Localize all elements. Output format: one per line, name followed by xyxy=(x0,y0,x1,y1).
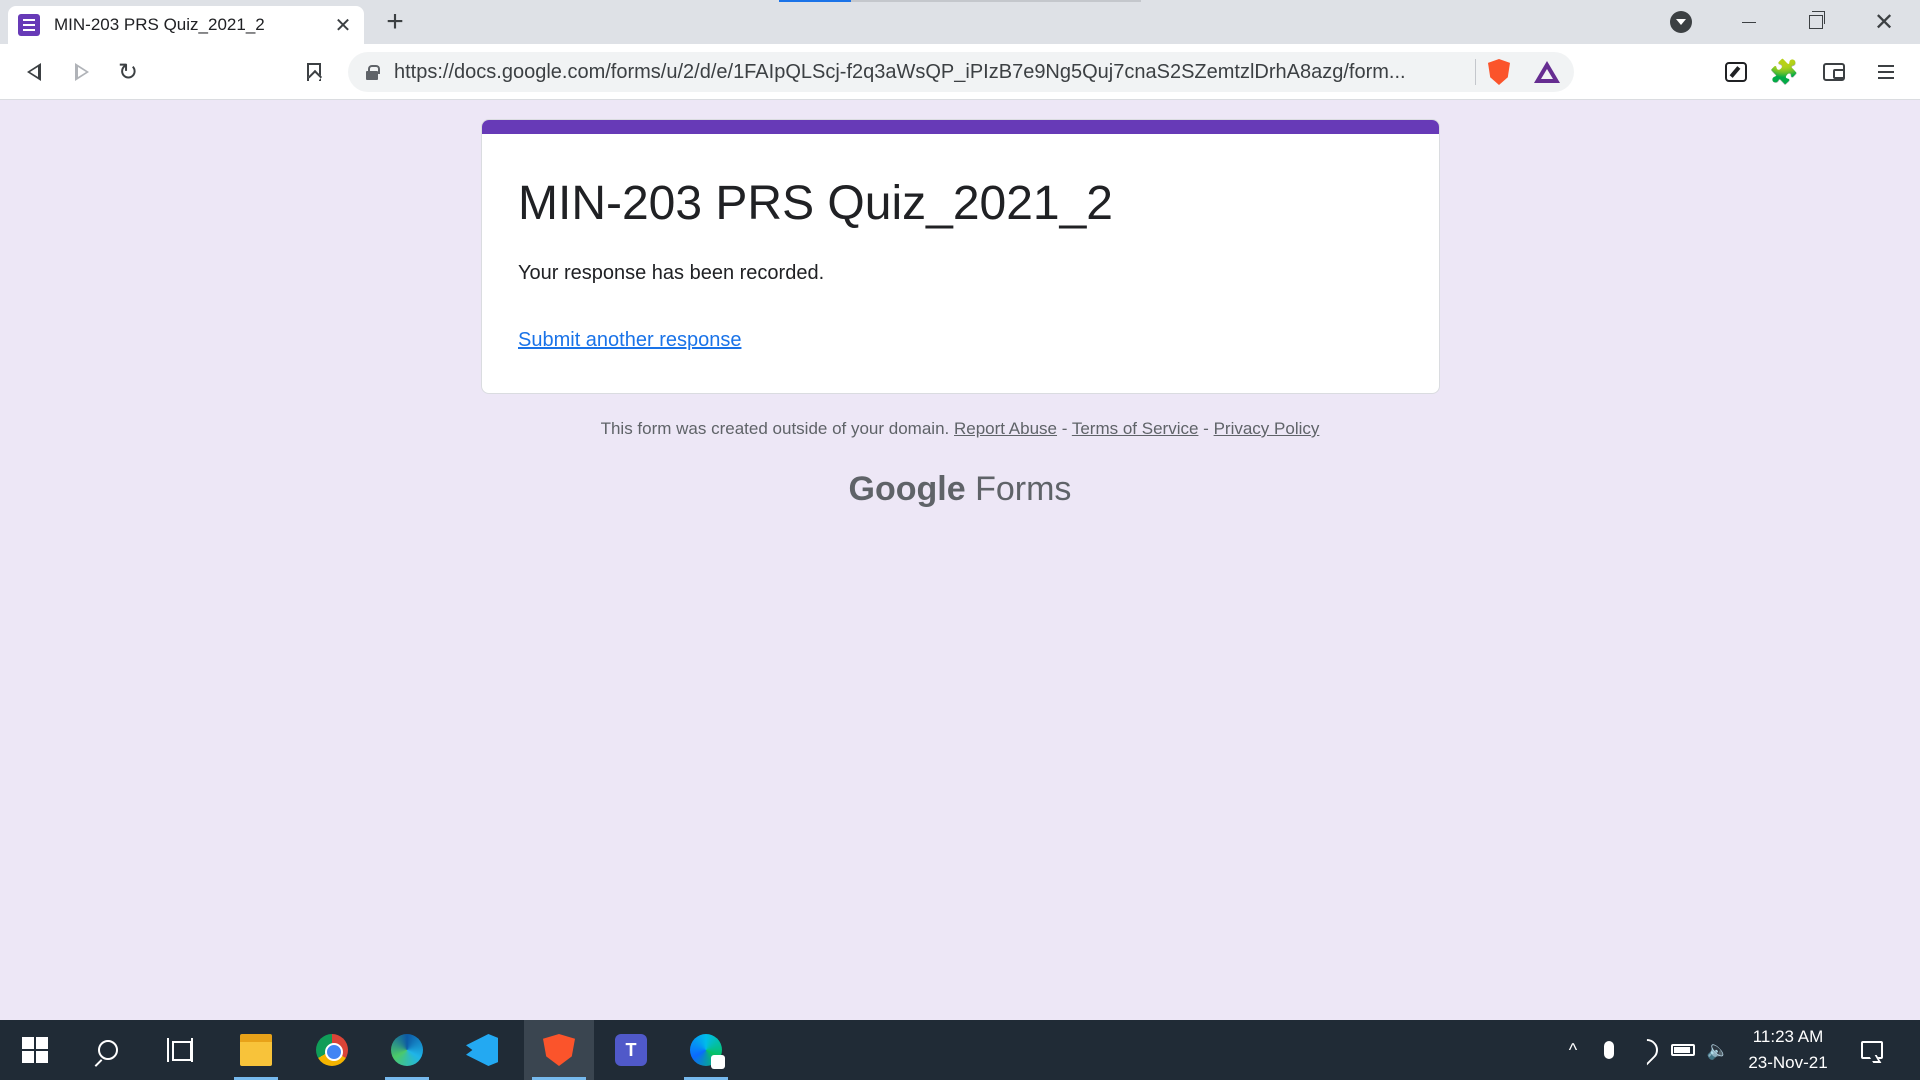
windows-logo-icon xyxy=(22,1037,48,1063)
loading-track xyxy=(851,0,1141,2)
chrome-taskbar-app[interactable] xyxy=(302,1020,362,1080)
forward-icon xyxy=(75,63,89,81)
browser-menu-button[interactable] xyxy=(1868,54,1904,90)
form-title: MIN-203 PRS Quiz_2021_2 xyxy=(518,177,1113,230)
footer-disclaimer: This form was created outside of your do… xyxy=(0,419,1920,439)
tab-search-button[interactable] xyxy=(1658,4,1704,40)
window-close-button[interactable]: ✕ xyxy=(1861,4,1907,40)
submit-another-response-link[interactable]: Submit another response xyxy=(518,329,741,352)
task-view-icon xyxy=(167,1038,193,1062)
brave-shields-icon[interactable] xyxy=(1488,59,1510,85)
volume-tray-icon[interactable]: 🔈 xyxy=(1703,1020,1733,1080)
wifi-icon xyxy=(1631,1034,1663,1066)
teams-taskbar-app[interactable]: T xyxy=(601,1020,661,1080)
lock-icon[interactable] xyxy=(366,65,380,80)
tab-title: MIN-203 PRS Quiz_2021_2 xyxy=(54,15,265,34)
wallet-button[interactable] xyxy=(1816,54,1852,90)
battery-tray-icon[interactable] xyxy=(1668,1020,1698,1080)
brave-taskbar-app[interactable] xyxy=(524,1020,594,1080)
google-wordmark: Google xyxy=(848,470,966,508)
webex-taskbar-app[interactable] xyxy=(676,1020,736,1080)
speed-reader-extension-button[interactable] xyxy=(1718,54,1754,90)
webex-icon xyxy=(690,1034,725,1069)
vscode-taskbar-app[interactable] xyxy=(452,1020,512,1080)
divider xyxy=(1475,59,1476,85)
chevron-down-icon xyxy=(1670,11,1692,33)
start-button[interactable] xyxy=(5,1020,65,1080)
back-button[interactable] xyxy=(16,54,52,90)
action-center-button[interactable] xyxy=(1852,1020,1892,1080)
task-view-button[interactable] xyxy=(150,1020,210,1080)
address-bar[interactable]: https://docs.google.com/forms/u/2/d/e/1F… xyxy=(348,52,1574,92)
wallet-icon xyxy=(1823,63,1845,81)
chrome-icon xyxy=(316,1034,348,1066)
restore-button[interactable] xyxy=(1793,4,1839,40)
back-icon xyxy=(27,63,41,81)
privacy-policy-link[interactable]: Privacy Policy xyxy=(1214,419,1320,438)
reload-icon: ↻ xyxy=(117,58,139,86)
loading-indicator xyxy=(779,0,851,2)
forms-wordmark: Forms xyxy=(975,470,1072,508)
minimize-button[interactable] xyxy=(1726,4,1772,40)
footer-note-text: This form was created outside of your do… xyxy=(600,419,950,438)
report-abuse-link[interactable]: Report Abuse xyxy=(954,419,1057,438)
card-accent-bar xyxy=(482,120,1439,134)
brave-icon xyxy=(543,1034,575,1066)
google-forms-favicon-icon xyxy=(18,14,40,36)
search-icon xyxy=(98,1040,118,1060)
vscode-icon xyxy=(466,1034,498,1066)
forward-button[interactable] xyxy=(64,54,100,90)
file-explorer-taskbar-app[interactable] xyxy=(226,1020,286,1080)
footer-separator: - xyxy=(1203,419,1209,438)
tab-forms[interactable]: MIN-203 PRS Quiz_2021_2 ✕ xyxy=(8,6,364,44)
bookmark-icon xyxy=(307,63,321,81)
bookmark-button[interactable] xyxy=(296,54,332,90)
teams-icon: T xyxy=(615,1034,647,1066)
clock-date: 23-Nov-21 xyxy=(1748,1053,1828,1072)
reload-button[interactable]: ↻ xyxy=(110,54,146,90)
tab-strip: MIN-203 PRS Quiz_2021_2 ✕ + ✕ xyxy=(0,0,1920,44)
footer-separator: - xyxy=(1061,419,1068,438)
confirmation-message: Your response has been recorded. xyxy=(518,262,825,284)
terms-of-service-link[interactable]: Terms of Service xyxy=(1072,419,1199,438)
show-hidden-icons-button[interactable]: ^ xyxy=(1560,1020,1586,1080)
confirmation-card: MIN-203 PRS Quiz_2021_2 Your response ha… xyxy=(481,119,1440,394)
file-explorer-icon xyxy=(240,1034,272,1066)
microphone-tray-icon[interactable] xyxy=(1596,1020,1622,1080)
notification-icon xyxy=(1861,1041,1883,1059)
network-tray-icon[interactable] xyxy=(1631,1020,1663,1080)
brave-rewards-icon[interactable] xyxy=(1534,61,1560,83)
extensions-button[interactable]: 🧩 xyxy=(1766,54,1802,90)
microphone-icon xyxy=(1604,1041,1614,1059)
browser-toolbar: ↻ https://docs.google.com/forms/u/2/d/e/… xyxy=(0,44,1920,100)
edge-taskbar-app[interactable] xyxy=(377,1020,437,1080)
new-tab-button[interactable]: + xyxy=(380,7,410,38)
puzzle-icon: 🧩 xyxy=(1769,58,1799,86)
battery-icon xyxy=(1671,1044,1695,1056)
restore-icon xyxy=(1809,11,1825,29)
clock-time: 11:23 AM xyxy=(1752,1027,1824,1046)
taskbar-clock[interactable]: 11:23 AM 23-Nov-21 xyxy=(1740,1024,1836,1076)
edge-icon xyxy=(391,1034,423,1066)
tab-close-icon[interactable]: ✕ xyxy=(332,14,354,37)
speed-reader-icon xyxy=(1725,62,1747,82)
windows-taskbar: T ^ 🔈 11:23 AM 23-Nov-21 xyxy=(0,1020,1920,1080)
url-text[interactable]: https://docs.google.com/forms/u/2/d/e/1F… xyxy=(394,61,1463,84)
google-forms-logo[interactable]: Google Forms xyxy=(0,470,1920,509)
taskbar-search-button[interactable] xyxy=(78,1020,138,1080)
